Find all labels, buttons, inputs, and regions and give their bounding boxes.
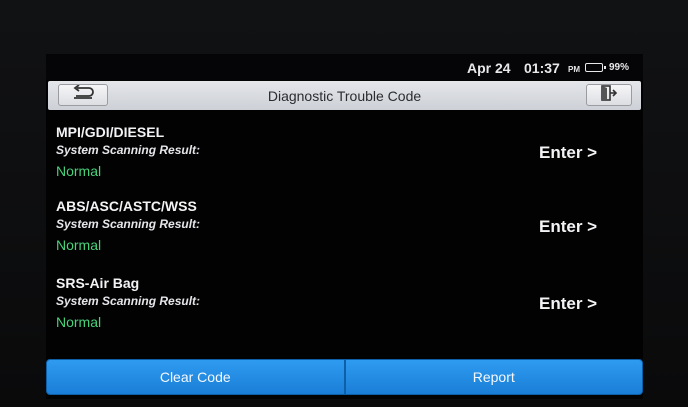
exit-door-icon [600,84,618,106]
device-screen: Apr 24 01:37 PM 99% Diagnostic Trouble C… [46,54,643,399]
system-name: ABS/ASC/ASTC/WSS [56,198,197,214]
system-item-mpi-gdi-diesel: MPI/GDI/DIESEL System Scanning Result: N… [56,124,636,194]
enter-button[interactable]: Enter > [539,217,597,237]
system-scan-label: System Scanning Result: [56,217,201,231]
system-item-srs-air-bag: SRS-Air Bag System Scanning Result: Norm… [56,275,636,345]
exit-button[interactable] [586,84,632,106]
system-status: Normal [56,163,102,179]
title-bar: Diagnostic Trouble Code [48,81,641,110]
clear-code-button[interactable]: Clear Code [46,359,345,395]
system-name: SRS-Air Bag [56,275,140,291]
battery-icon [585,63,606,72]
system-name: MPI/GDI/DIESEL [56,124,165,140]
enter-button[interactable]: Enter > [539,143,597,163]
status-date: Apr 24 [467,60,511,76]
page-title: Diagnostic Trouble Code [267,88,422,104]
status-ampm: PM [568,65,580,74]
system-scan-label: System Scanning Result: [56,294,201,308]
status-time: 01:37 [524,60,560,76]
battery-percentage: 99% [609,62,630,73]
system-status: Normal [56,237,102,253]
system-item-abs-asc-astc-wss: ABS/ASC/ASTC/WSS System Scanning Result:… [56,198,636,268]
status-bar: Apr 24 01:37 PM 99% [46,54,643,80]
system-scan-label: System Scanning Result: [56,143,201,157]
bottom-action-bar: Clear Code Report [46,359,643,395]
enter-button[interactable]: Enter > [539,294,597,314]
system-status: Normal [56,314,102,330]
report-button[interactable]: Report [344,359,643,395]
